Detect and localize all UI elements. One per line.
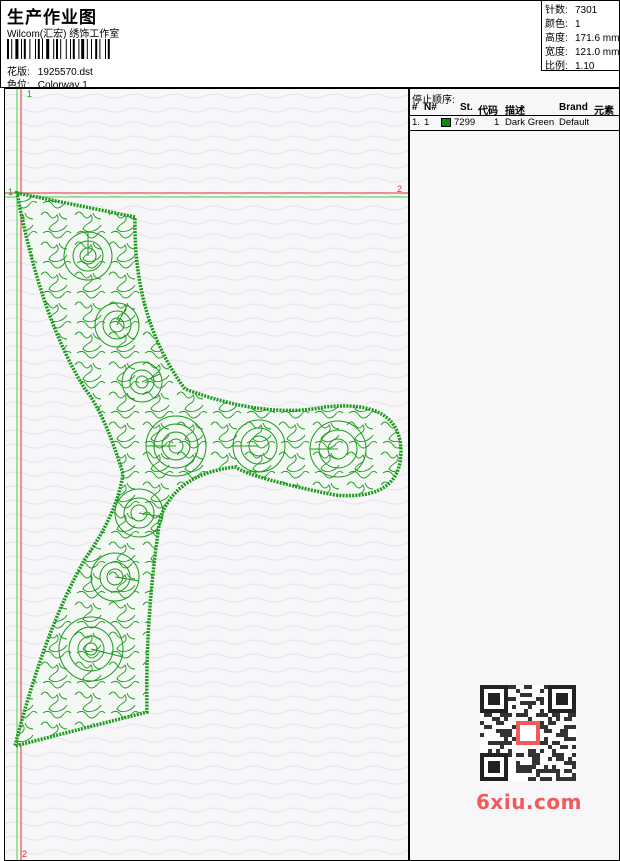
- marker-bottom: 2: [22, 849, 27, 859]
- stitch-count-row: 针数: 7301: [545, 4, 620, 18]
- col-code: 代码: [478, 106, 498, 117]
- report-header: 生产作业图 Wilcom(汇宏) 绣饰工作室 花版: 1925570.dst 色…: [0, 0, 620, 91]
- row-stitches: 1: [494, 117, 500, 128]
- scale-row: 比例: 1.10: [545, 60, 620, 74]
- height-label: 高度:: [545, 33, 568, 44]
- row-needle: 1: [424, 117, 430, 128]
- width-label: 宽度:: [545, 47, 568, 58]
- marker-right: 2: [397, 184, 402, 194]
- row-index: 1.: [412, 117, 420, 128]
- row-code: 7299: [454, 117, 476, 128]
- row-description: Dark Green: [505, 117, 555, 128]
- embroidery-design: 1 2 1 2: [5, 89, 408, 860]
- col-stitches: St.: [460, 102, 473, 113]
- width-value: 121.0 mm: [575, 47, 620, 58]
- height-value: 171.6 mm: [575, 33, 620, 44]
- color-count-label: 颜色:: [545, 19, 568, 30]
- color-count-row: 颜色: 1: [545, 18, 620, 32]
- stitch-count-label: 针数:: [545, 5, 568, 16]
- row-brand: Default: [559, 117, 590, 128]
- stop-sequence-header: # N# St. 代码 描述 Brand 元素: [410, 101, 619, 117]
- qr-code-image: [480, 685, 576, 781]
- scale-value: 1.10: [575, 61, 595, 72]
- stop-sequence-row[interactable]: 1. 1 7299 1 Dark Green Default: [410, 116, 619, 131]
- col-brand: Brand: [559, 102, 588, 113]
- scale-label: 比例:: [545, 61, 568, 72]
- watermark: 6xiu.com: [470, 680, 588, 814]
- col-description: 描述: [505, 106, 525, 117]
- marker-left: 1: [8, 187, 13, 197]
- design-preview-canvas[interactable]: 1 2 1 2: [4, 88, 409, 861]
- barcode-image: [7, 39, 110, 59]
- color-count-value: 1: [575, 19, 581, 30]
- watermark-text: 6xiu.com: [476, 790, 582, 814]
- height-row: 高度: 171.6 mm: [545, 32, 620, 46]
- marker-top: 1: [27, 89, 32, 99]
- col-element: 元素: [594, 106, 614, 117]
- stitch-count-value: 7301: [575, 5, 598, 16]
- width-row: 宽度: 121.0 mm: [545, 46, 620, 60]
- company-name: Wilcom(汇宏) 绣饰工作室: [7, 29, 120, 40]
- col-index: #: [412, 102, 418, 113]
- thread-color-swatch: [441, 118, 451, 127]
- design-stats-panel: 针数: 7301 颜色: 1 高度: 171.6 mm 宽度: 121.0 mm 比例:…: [541, 1, 620, 74]
- col-needle: N#: [424, 102, 437, 113]
